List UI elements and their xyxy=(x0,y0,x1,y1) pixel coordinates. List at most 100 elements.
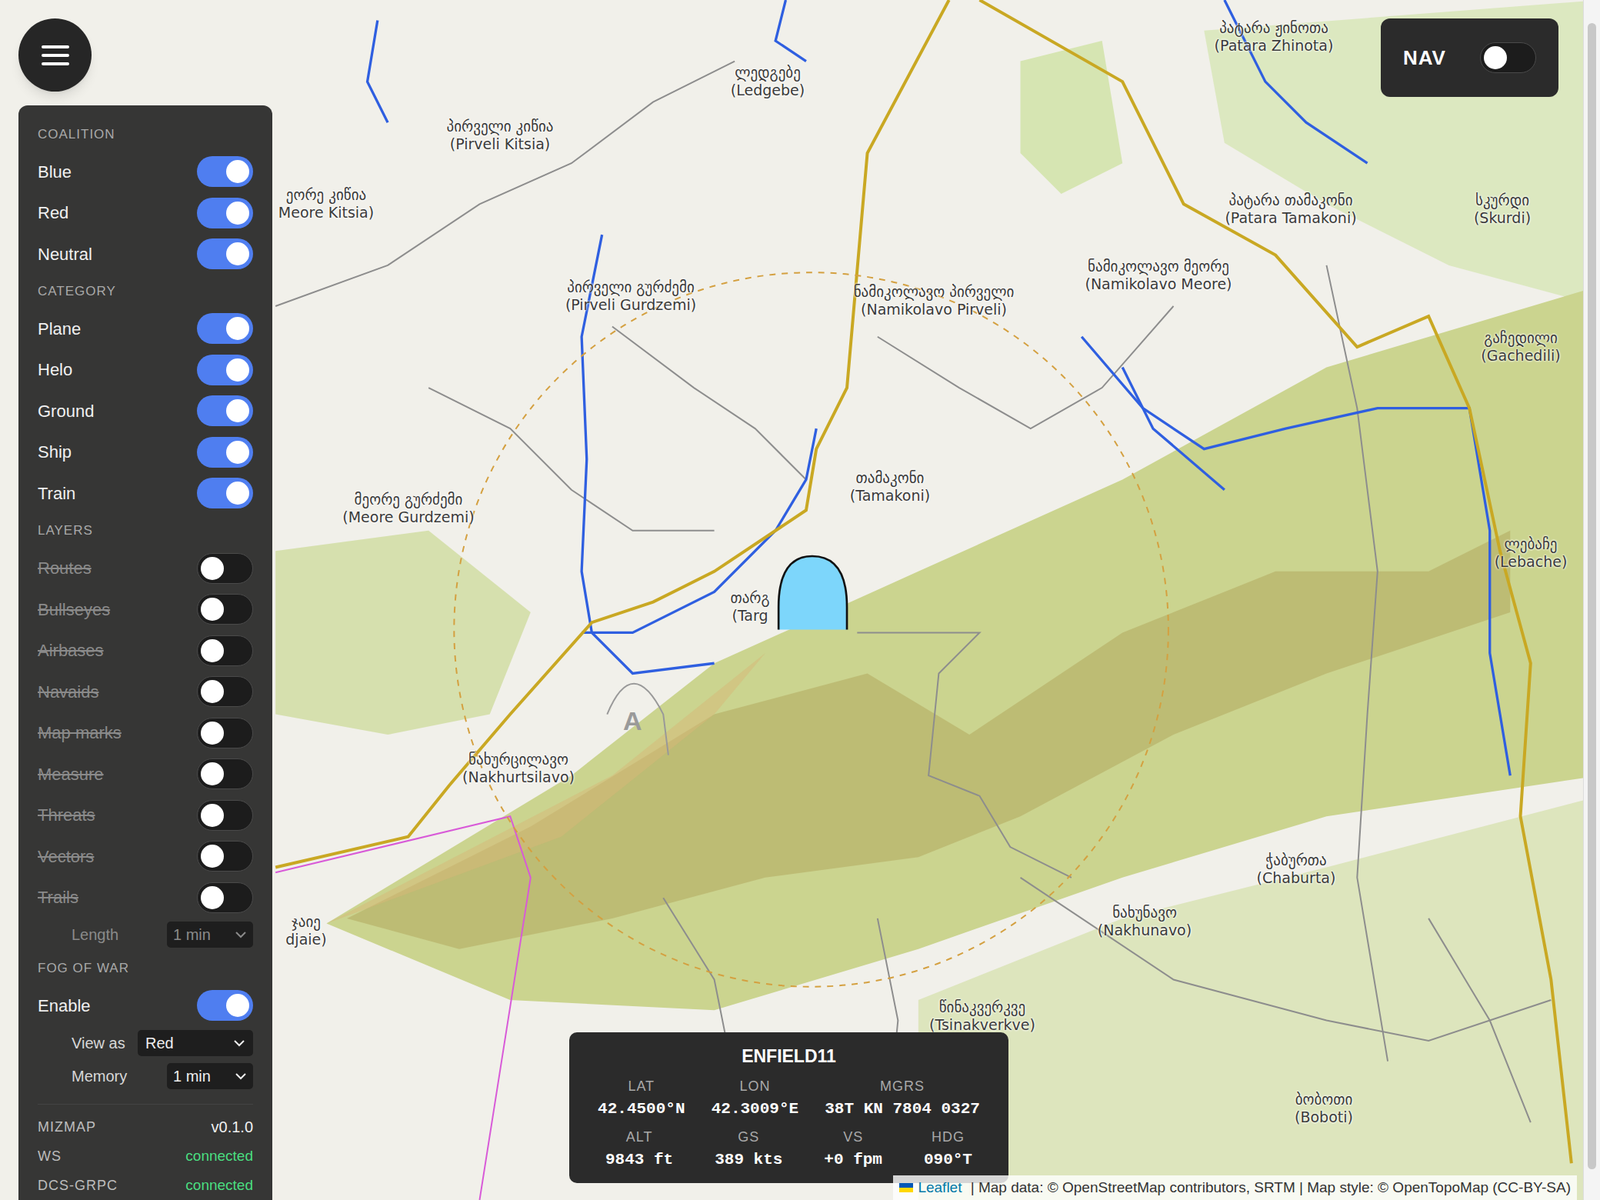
label-latin: (Meore Gurdzemi) xyxy=(342,508,474,527)
section-header: FOG OF WAR xyxy=(37,951,254,986)
map-label[interactable]: ჯაიეdjaie) xyxy=(285,913,327,949)
map-label[interactable]: ნახუნავო(Nakhunavo) xyxy=(1097,903,1192,940)
toggle-switch[interactable] xyxy=(196,676,254,707)
map-label[interactable]: სკურდი(Skurdi) xyxy=(1473,191,1531,227)
label-native: პატარა თამაკონი xyxy=(1228,191,1353,210)
toggle-switch[interactable] xyxy=(1480,42,1537,74)
footer-value: v0.1.0 xyxy=(211,1115,254,1139)
map-label[interactable]: პირველი გურძემი(Pirveli Gurdzemi) xyxy=(565,278,697,314)
toggle-switch[interactable] xyxy=(196,990,254,1021)
map-label[interactable]: თამაკონი(Tamakoni) xyxy=(850,469,930,505)
dropdown[interactable]: Red xyxy=(137,1030,254,1057)
toggle-switch[interactable] xyxy=(196,593,254,625)
info-field: HDG090°T xyxy=(923,1126,973,1173)
airfield-marker[interactable]: A xyxy=(623,701,643,741)
map-label[interactable]: ლებაჩე(Lebache) xyxy=(1494,535,1568,571)
unit-callsign: ENFIELD11 xyxy=(584,1043,994,1070)
toggle-row[interactable]: Measure xyxy=(37,753,254,795)
map-label[interactable]: გაჩედილი(Gachedili) xyxy=(1480,329,1560,365)
label-latin: (Namikolavo Meore) xyxy=(1084,275,1232,294)
app: ლედგებე(Ledgebe) პირველი კიწია(Pirveli Ki… xyxy=(0,0,1600,1200)
label-native: ჭაბურთა xyxy=(1265,851,1327,870)
toggle-knob xyxy=(200,680,224,704)
map-label[interactable]: მეორე გურძემი(Meore Gurdzemi) xyxy=(342,490,474,527)
map-label[interactable]: ნახურცილავო(Nakhurtsilavo) xyxy=(462,750,575,787)
toggle-row[interactable]: Vectors xyxy=(37,835,254,877)
unit-info-panel: ENFIELD11LAT42.4500°NLON42.3009°EMGRS38T… xyxy=(569,1032,1009,1184)
field-label: LAT xyxy=(627,1076,655,1097)
toggle-switch[interactable] xyxy=(196,717,254,749)
map-label[interactable]: პატარა ჟინოთა(Patara Zhinota) xyxy=(1214,19,1334,55)
toggle-row[interactable]: Enable xyxy=(37,984,254,1027)
select-row[interactable]: View asRed xyxy=(37,1026,254,1060)
select-row[interactable]: Memory1 min xyxy=(37,1060,254,1094)
toggle-switch[interactable] xyxy=(196,800,254,831)
toggle-label: Trails xyxy=(37,884,79,910)
info-field: MGRS38T KN 7804 0327 xyxy=(824,1076,980,1122)
toggle-switch[interactable] xyxy=(196,553,254,584)
label-latin: (Chaburta) xyxy=(1256,869,1337,887)
map-label[interactable]: წინაკვერკვე(Tsinakverkve) xyxy=(929,998,1036,1034)
map-label[interactable]: ნამიკოლავო პირველი(Namikolavo Pirveli) xyxy=(853,283,1015,319)
leaflet-link[interactable]: Leaflet xyxy=(917,1176,962,1200)
label-native: თარგ xyxy=(730,589,770,607)
toggle-label: Map marks xyxy=(37,720,122,746)
field-value: 090°T xyxy=(923,1147,973,1173)
toggle-row[interactable]: Bullseyes xyxy=(37,588,254,630)
map-label[interactable]: ლედგებე(Ledgebe) xyxy=(730,63,805,100)
toggle-row[interactable]: Plane xyxy=(37,308,254,350)
toggle-row[interactable]: Navaids xyxy=(37,670,254,713)
toggle-switch[interactable] xyxy=(196,436,254,468)
toggle-knob xyxy=(1483,46,1507,70)
toggle-switch[interactable] xyxy=(196,395,254,427)
dropdown[interactable]: 1 min xyxy=(166,1063,254,1090)
label-latin: (Targ xyxy=(731,606,768,625)
toggle-knob xyxy=(200,803,224,827)
toggle-row[interactable]: Map marks xyxy=(37,712,254,754)
toggle-row[interactable]: Threats xyxy=(37,794,254,837)
toggle-row[interactable]: Ship xyxy=(37,431,254,474)
toggle-switch[interactable] xyxy=(196,238,254,270)
toggle-row[interactable]: Helo xyxy=(37,349,254,391)
label-native: ნამიკოლავო მეორე xyxy=(1087,257,1230,276)
label-native: ბობოთი xyxy=(1295,1090,1354,1109)
nav-label: NAV xyxy=(1403,43,1447,74)
toggle-switch[interactable] xyxy=(196,354,254,386)
toggle-switch[interactable] xyxy=(196,840,254,872)
toggle-knob xyxy=(200,762,224,786)
scrollbar[interactable] xyxy=(1583,0,1600,1200)
dropdown[interactable]: 1 min xyxy=(166,921,254,948)
toggle-switch[interactable] xyxy=(196,882,254,914)
map-label[interactable]: პატარა თამაკონი(Patara Tamakoni) xyxy=(1224,191,1357,227)
footer-row: MIZMAPv0.1.0 xyxy=(37,1112,254,1142)
map-label[interactable]: ბობოთი(Boboti) xyxy=(1294,1090,1354,1127)
toggle-label: Train xyxy=(37,480,76,507)
scrollbar-thumb[interactable] xyxy=(1587,23,1597,1170)
toggle-knob xyxy=(226,242,250,266)
toggle-switch[interactable] xyxy=(196,635,254,667)
toggle-row[interactable]: Ground xyxy=(37,390,254,433)
toggle-row[interactable]: Routes xyxy=(37,547,254,590)
toggle-label: Red xyxy=(37,200,69,226)
unit-marker[interactable] xyxy=(778,556,847,630)
toggle-row[interactable]: Neutral xyxy=(37,233,254,276)
toggle-switch[interactable] xyxy=(196,156,254,187)
toggle-label: Threats xyxy=(37,802,96,828)
toggle-row[interactable]: Airbases xyxy=(37,630,254,672)
toggle-switch[interactable] xyxy=(196,758,254,790)
menu-button[interactable] xyxy=(18,18,92,92)
toggle-row[interactable]: Red xyxy=(37,192,254,234)
map-label[interactable]: პირველი კიწია(Pirveli Kitsia) xyxy=(446,117,554,154)
toggle-switch[interactable] xyxy=(196,313,254,344)
map-label[interactable]: ნამიკოლავო მეორე(Namikolavo Meore) xyxy=(1084,257,1232,294)
toggle-row[interactable]: Train xyxy=(37,473,254,515)
toggle-row[interactable]: Blue xyxy=(37,151,254,194)
select-row[interactable]: Length1 min xyxy=(37,917,254,952)
map-label[interactable]: ეორე კიწიაMeore Kitsia) xyxy=(278,186,374,222)
toggle-switch[interactable] xyxy=(196,197,254,229)
map-label[interactable]: თარგ(Targ xyxy=(730,589,770,625)
toggle-row[interactable]: Trails xyxy=(37,876,254,919)
label-latin: (Ledgebe) xyxy=(730,81,805,100)
toggle-switch[interactable] xyxy=(196,477,254,509)
map-label[interactable]: ჭაბურთა(Chaburta) xyxy=(1256,851,1337,887)
